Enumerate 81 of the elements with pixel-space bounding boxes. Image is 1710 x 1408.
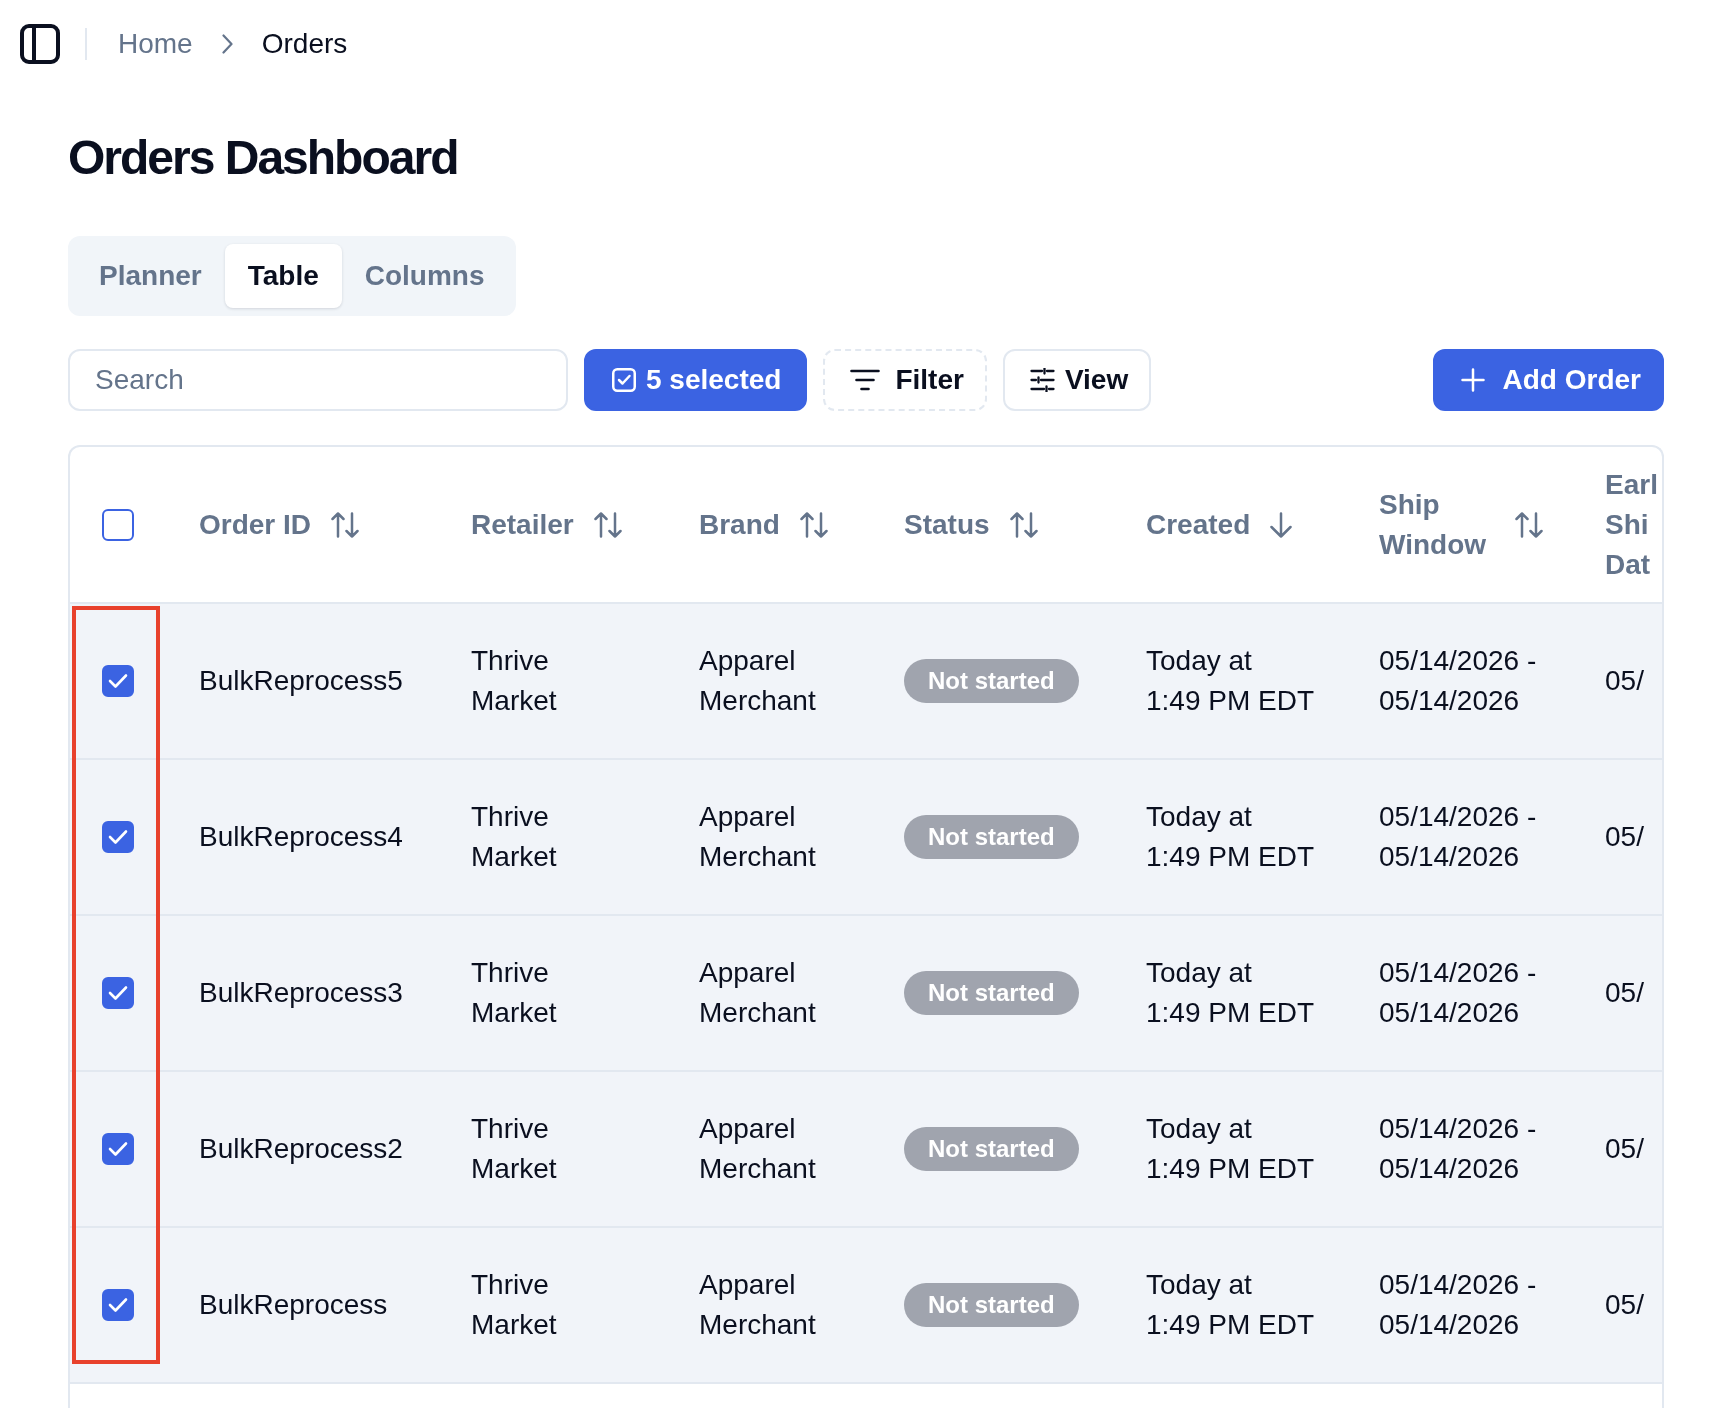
filter-button[interactable]: Filter [823, 349, 987, 411]
breadcrumb-link[interactable]: Home [118, 26, 193, 62]
row-checkbox[interactable] [102, 821, 134, 853]
table-cell-text: Apparel Merchant [699, 1268, 817, 1342]
sort-arrows-icon[interactable] [799, 511, 828, 538]
table-cell-text: BulkReprocess2 [199, 1132, 403, 1166]
checkbox-icon [612, 368, 636, 392]
column-header[interactable]: Retailer [471, 504, 574, 545]
tab[interactable]: Planner [76, 244, 225, 308]
tab[interactable]: Table [224, 244, 342, 308]
table-cell-text: 05/14/2026 - 05/14/2026 [1379, 644, 1538, 718]
check-icon [108, 1141, 128, 1157]
select-all-checkbox[interactable] [102, 508, 134, 541]
column-header: Earl Shi Dat [1605, 467, 1659, 582]
tab[interactable]: Columns [341, 244, 508, 308]
table-cell-text: Today at 1:49 PM EDT [1146, 644, 1315, 718]
sort-arrows-icon[interactable] [593, 511, 622, 538]
table-cell-text: 05/ [1605, 820, 1644, 854]
table-cell-text: Thrive Market [471, 800, 558, 874]
table-cell-text: 05/ [1605, 1288, 1644, 1322]
table-cell-text: Today at 1:49 PM EDT [1146, 1268, 1315, 1342]
row-checkbox[interactable] [102, 1133, 134, 1165]
plus-icon [1460, 368, 1485, 392]
column-header[interactable]: Ship Window [1379, 484, 1495, 565]
filter-icon [850, 368, 881, 392]
table-cell-text: Apparel Merchant [699, 1112, 817, 1186]
table-cell-text: BulkReprocess [199, 1288, 388, 1322]
table-cell-text: BulkReprocess4 [199, 820, 403, 854]
sidebar-toggle-icon[interactable] [20, 24, 60, 64]
table-cell-text: Thrive Market [471, 1268, 558, 1342]
status-badge: Not started [904, 659, 1079, 703]
status-badge: Not started [904, 971, 1079, 1015]
row-checkbox[interactable] [102, 977, 134, 1009]
arrow-down-icon[interactable] [1270, 511, 1293, 538]
sort-arrows-icon[interactable] [1515, 511, 1543, 538]
column-header[interactable]: Brand [699, 504, 780, 545]
table-cell-text: Apparel Merchant [699, 800, 817, 874]
column-header[interactable]: Created [1146, 504, 1251, 545]
table-row[interactable]: BulkReprocess5 Thrive Market Apparel Merchant Not started Today at 1:49 PM EDT 05/14/2026 - 05/14/2026 05/ [70, 604, 1662, 760]
table-cell-text: BulkReprocess3 [199, 976, 403, 1010]
table-cell-text: Thrive Market [471, 1112, 558, 1186]
table-row[interactable]: BulkReprocess Thrive Market Apparel Merchant Not started Today at 1:49 PM EDT 05/14/2026 - 05/14/2026 05/ [70, 1228, 1662, 1384]
row-checkbox[interactable] [102, 1289, 134, 1321]
breadcrumb-current: Orders [261, 27, 348, 61]
table-row[interactable]: BulkReprocess4 Thrive Market Apparel Merchant Not started Today at 1:49 PM EDT 05/14/2026 - 05/14/2026 05/ [70, 760, 1662, 916]
table-cell-text: 05/14/2026 - 05/14/2026 [1379, 1268, 1538, 1342]
table-cell-text: Today at 1:49 PM EDT [1146, 1112, 1315, 1186]
table-cell-text: 05/ [1605, 1132, 1644, 1166]
column-header[interactable]: Status [904, 504, 990, 545]
status-badge: Not started [904, 1283, 1079, 1327]
row-checkbox[interactable] [102, 665, 134, 697]
table-cell-text: Today at 1:49 PM EDT [1146, 800, 1315, 874]
table-cell-text: BulkReprocess5 [199, 664, 403, 698]
chevron-right-icon [221, 34, 233, 54]
view-button[interactable]: View [1002, 349, 1152, 411]
table-cell-text: 05/ [1605, 664, 1644, 698]
table-cell-text: Today at 1:49 PM EDT [1146, 956, 1315, 1030]
table-cell-text: 05/14/2026 - 05/14/2026 [1379, 1112, 1538, 1186]
status-badge: Not started [904, 1127, 1079, 1171]
table-cell-text: 05/14/2026 - 05/14/2026 [1379, 800, 1538, 874]
sort-arrows-icon[interactable] [1009, 511, 1038, 538]
table-cell-text: Thrive Market [471, 644, 558, 718]
column-header[interactable]: Order ID [199, 504, 312, 545]
search-field[interactable]: Search [68, 349, 568, 411]
table-row[interactable]: BulkReprocess3 Thrive Market Apparel Merchant Not started Today at 1:49 PM EDT 05/14/2026 - 05/14/2026 05/ [70, 916, 1662, 1072]
table-cell-text: Thrive Market [471, 956, 558, 1030]
selection-button[interactable]: 5 selected [584, 349, 808, 411]
add-order-button[interactable]: Add Order [1432, 349, 1664, 411]
table-cell-text: Apparel Merchant [699, 644, 817, 718]
table-cell-text: 05/14/2026 - 05/14/2026 [1379, 956, 1538, 1030]
check-icon [108, 829, 128, 845]
check-icon [108, 1297, 128, 1313]
table-cell-text: Apparel Merchant [699, 956, 817, 1030]
check-icon [108, 673, 128, 689]
page-title: Orders Dashboard [68, 130, 458, 186]
sliders-icon [1029, 368, 1055, 392]
status-badge: Not started [904, 815, 1079, 859]
check-icon [108, 985, 128, 1001]
sort-arrows-icon[interactable] [331, 511, 360, 538]
table-row[interactable]: BulkReprocess2 Thrive Market Apparel Merchant Not started Today at 1:49 PM EDT 05/14/2026 - 05/14/2026 05/ [70, 1072, 1662, 1228]
table-cell-text: 05/ [1605, 976, 1644, 1010]
